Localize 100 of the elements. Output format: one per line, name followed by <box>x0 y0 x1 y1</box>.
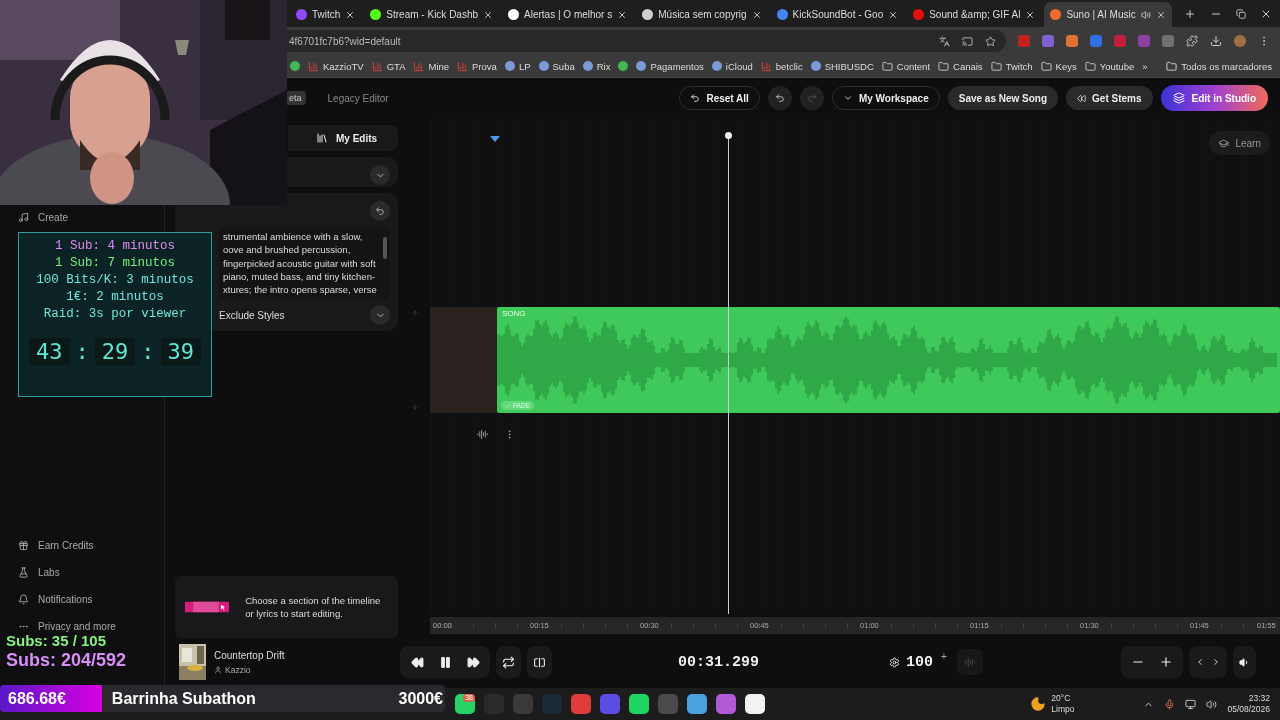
timer-colon: : <box>141 343 155 360</box>
sidebar-item[interactable]: Labs <box>18 559 164 586</box>
browser-tab[interactable]: Sound &amp; GIF Al <box>907 2 1042 27</box>
close-icon[interactable] <box>1025 9 1036 20</box>
bookmark[interactable] <box>290 61 300 71</box>
studio-button[interactable]: Edit in Studio <box>1160 85 1268 111</box>
bookmark[interactable]: Canais <box>938 60 983 72</box>
bookmark[interactable]: LP <box>504 60 531 72</box>
puzzle-icon[interactable] <box>1186 35 1198 47</box>
bookmark[interactable]: Suba <box>538 60 575 72</box>
close-icon[interactable] <box>483 9 494 20</box>
bookmark[interactable]: GTA <box>371 60 406 72</box>
extension-icon[interactable] <box>1066 35 1078 47</box>
stems-button[interactable]: Get Stems <box>1066 86 1153 110</box>
bell-icon <box>18 594 29 605</box>
browser-tab[interactable]: KickSoundBot - Goo <box>770 2 905 27</box>
star-icon[interactable] <box>985 35 996 47</box>
reset-styles-button[interactable] <box>370 201 390 221</box>
check-icon <box>505 402 511 409</box>
settings-icon[interactable] <box>889 656 900 668</box>
bookmark[interactable]: iCloud <box>711 60 753 72</box>
expand-button[interactable] <box>370 165 390 185</box>
translate-icon[interactable] <box>939 35 950 47</box>
app-icon[interactable] <box>745 694 765 714</box>
sidebar-item[interactable]: Notifications <box>18 586 164 613</box>
studio-icon <box>1172 92 1185 104</box>
bookmark[interactable]: KazzioTV <box>308 60 364 72</box>
avatar-icon[interactable] <box>1234 35 1246 47</box>
browser-tab[interactable]: Stream - Kick Dashb <box>364 2 500 27</box>
close-icon[interactable] <box>751 9 762 20</box>
monitor-icon[interactable] <box>1185 698 1197 710</box>
save-button[interactable]: Save as New Song <box>947 86 1059 110</box>
bookmark[interactable]: Twitch <box>990 60 1033 72</box>
marker-icon[interactable] <box>490 136 500 142</box>
song-artist[interactable]: Kazzio <box>214 664 285 675</box>
bookmark[interactable]: Mine <box>413 60 450 72</box>
site-icon <box>582 61 593 71</box>
loop-button[interactable] <box>496 646 521 678</box>
chart-icon <box>371 60 383 72</box>
speaker-icon <box>1239 656 1250 668</box>
bookmark[interactable]: Youtube <box>1084 60 1135 72</box>
sidebar-item[interactable]: Earn Credits <box>18 532 164 559</box>
clock-time[interactable]: 23:32 <box>1227 693 1270 704</box>
close-icon[interactable] <box>617 9 628 20</box>
mic-icon[interactable] <box>1164 698 1176 710</box>
folder-icon <box>1166 60 1178 72</box>
bookmark[interactable] <box>618 61 629 71</box>
song-title[interactable]: Countertop Drift <box>214 649 285 661</box>
bookmark[interactable]: betclic <box>760 60 803 72</box>
pause-icon <box>438 655 452 669</box>
download-icon[interactable] <box>1210 35 1222 47</box>
waveform-icon[interactable] <box>477 429 488 440</box>
time-display: 00:31.299 <box>678 653 759 671</box>
expand-button[interactable] <box>370 305 390 325</box>
close-icon[interactable] <box>1155 9 1166 20</box>
undo-button[interactable] <box>767 86 792 110</box>
bookmark[interactable]: Content <box>881 60 931 72</box>
speaker-icon[interactable] <box>1206 698 1218 710</box>
url-field[interactable]: 4f6701fc7b6?wid=default <box>287 30 1006 52</box>
sidebar-item[interactable]: Create <box>18 204 164 231</box>
close-icon[interactable] <box>888 9 899 20</box>
subs-counter: Subs: 204/592 <box>6 649 127 671</box>
folder-icon <box>1084 60 1096 72</box>
volume-button[interactable] <box>1233 646 1256 678</box>
app-icon[interactable] <box>687 694 707 714</box>
learn-button[interactable]: Learn <box>1209 131 1270 155</box>
playhead[interactable] <box>725 132 732 614</box>
split-button[interactable] <box>527 646 552 678</box>
bookmark[interactable]: SHIBUSDC <box>810 60 874 72</box>
restore-icon[interactable] <box>1236 8 1246 19</box>
close-icon[interactable] <box>345 9 356 20</box>
browser-tab[interactable]: Suno | AI Music <box>1044 2 1172 27</box>
bpm-value: 100 <box>906 653 934 671</box>
cast-icon[interactable] <box>962 35 973 47</box>
legacy-editor-link[interactable]: Legacy Editor <box>327 92 389 104</box>
new-tab-icon[interactable] <box>1184 7 1196 20</box>
styles-field[interactable]: strumental ambience with a slow, oove and brushed percussion, fingerpicked acoustic guitar with soft piano, muted bass, and tiny kitchen- xtures; the intro opens sparse, verse <box>219 227 390 299</box>
more-bookmarks[interactable]: » <box>1142 60 1148 72</box>
rate-text: 1 Sub: 4 minutos <box>55 238 175 255</box>
browser-tab[interactable]: Música sem copyrig <box>636 2 768 27</box>
all-bookmarks[interactable]: Todos os marcadores <box>1166 60 1272 72</box>
split-icon <box>533 655 546 669</box>
moon-icon <box>1030 696 1047 712</box>
rewind-icon <box>410 655 424 669</box>
browser-tab[interactable]: Alertas | O melhor s <box>502 2 634 27</box>
bookmark[interactable]: Prova <box>457 60 497 72</box>
timer-digits: 29 <box>94 338 136 365</box>
subs-counter: Subs: 35 / 105 <box>6 632 108 649</box>
scrollbar[interactable] <box>383 237 387 259</box>
user-icon <box>214 665 222 674</box>
clip-label: SONG <box>502 309 526 318</box>
increase-button[interactable]: + <box>941 650 947 662</box>
bookmark[interactable]: Keys <box>1040 60 1077 72</box>
clock-date[interactable]: 05/08/2026 <box>1227 704 1270 715</box>
bookmark[interactable]: Rix <box>582 60 611 72</box>
browser-tab[interactable]: Twitch <box>290 2 362 27</box>
app-icon[interactable] <box>629 694 649 714</box>
my-edits-tab[interactable]: My Edits <box>288 125 398 151</box>
site-icon <box>538 61 549 71</box>
bookmark[interactable]: Pagamentos <box>636 60 704 72</box>
